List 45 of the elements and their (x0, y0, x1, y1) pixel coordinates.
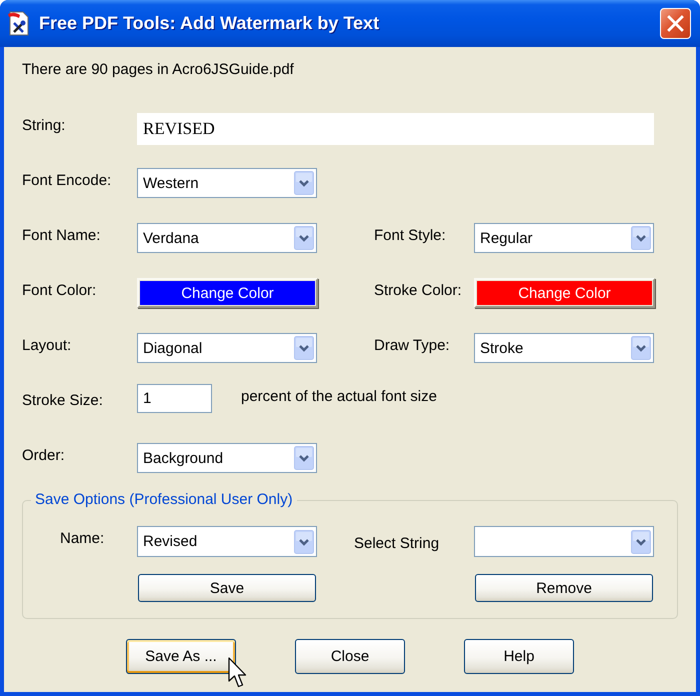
dialog-button[interactable]: Help (464, 639, 574, 674)
chevron-down-icon (294, 530, 314, 554)
group-title: Save Options (Professional User Only) (34, 491, 294, 509)
chevron-down-icon (631, 530, 651, 554)
chevron-down-icon (294, 336, 314, 360)
field-label: Font Color: (22, 281, 98, 300)
dialog-button[interactable]: Save As ... (126, 639, 236, 674)
color-button[interactable]: Change Color (137, 278, 318, 308)
field-label: Order: (22, 446, 66, 465)
field-label: Stroke Size: (22, 391, 104, 410)
chevron-down-icon (294, 446, 314, 470)
dropdown[interactable]: Verdana (137, 223, 317, 253)
save-button[interactable]: Save (138, 574, 316, 602)
text-field[interactable]: REVISED (137, 113, 654, 145)
dropdown[interactable]: Regular (474, 223, 654, 253)
field-label: Layout: (22, 336, 72, 355)
color-button[interactable]: Change Color (474, 278, 655, 308)
field-label: Name: (59, 529, 106, 547)
chevron-down-icon (294, 171, 314, 195)
document-icon (8, 11, 30, 36)
field-label: Font Style: (374, 226, 447, 245)
field-label: Select String (354, 534, 440, 552)
field-label: Font Name: (22, 226, 102, 245)
dropdown[interactable]: Diagonal (137, 333, 317, 363)
dropdown[interactable]: Western (137, 168, 317, 198)
mouse-pointer-icon (228, 657, 247, 688)
field-label: Font Encode: (22, 171, 112, 190)
field-label: String: (22, 116, 66, 135)
close-button[interactable] (660, 8, 691, 39)
field-note: percent of the actual font size (241, 388, 437, 405)
dropdown[interactable] (474, 526, 654, 557)
dialog-button[interactable]: Close (295, 639, 405, 674)
field-label: Draw Type: (374, 336, 451, 355)
remove-button[interactable]: Remove (475, 574, 653, 602)
chevron-down-icon (631, 226, 651, 250)
page-count-text: There are 90 pages in Acro6JSGuide.pdf (22, 61, 295, 79)
number-field[interactable]: 1 (137, 384, 212, 413)
chevron-down-icon (631, 336, 651, 360)
window-title: Free PDF Tools: Add Watermark by Text (39, 13, 380, 34)
chevron-down-icon (294, 226, 314, 250)
dropdown[interactable]: Revised (137, 526, 317, 557)
close-icon (667, 15, 684, 32)
dropdown[interactable]: Stroke (474, 333, 654, 363)
field-label: Stroke Color: (374, 281, 463, 300)
dropdown[interactable]: Background (137, 443, 317, 473)
